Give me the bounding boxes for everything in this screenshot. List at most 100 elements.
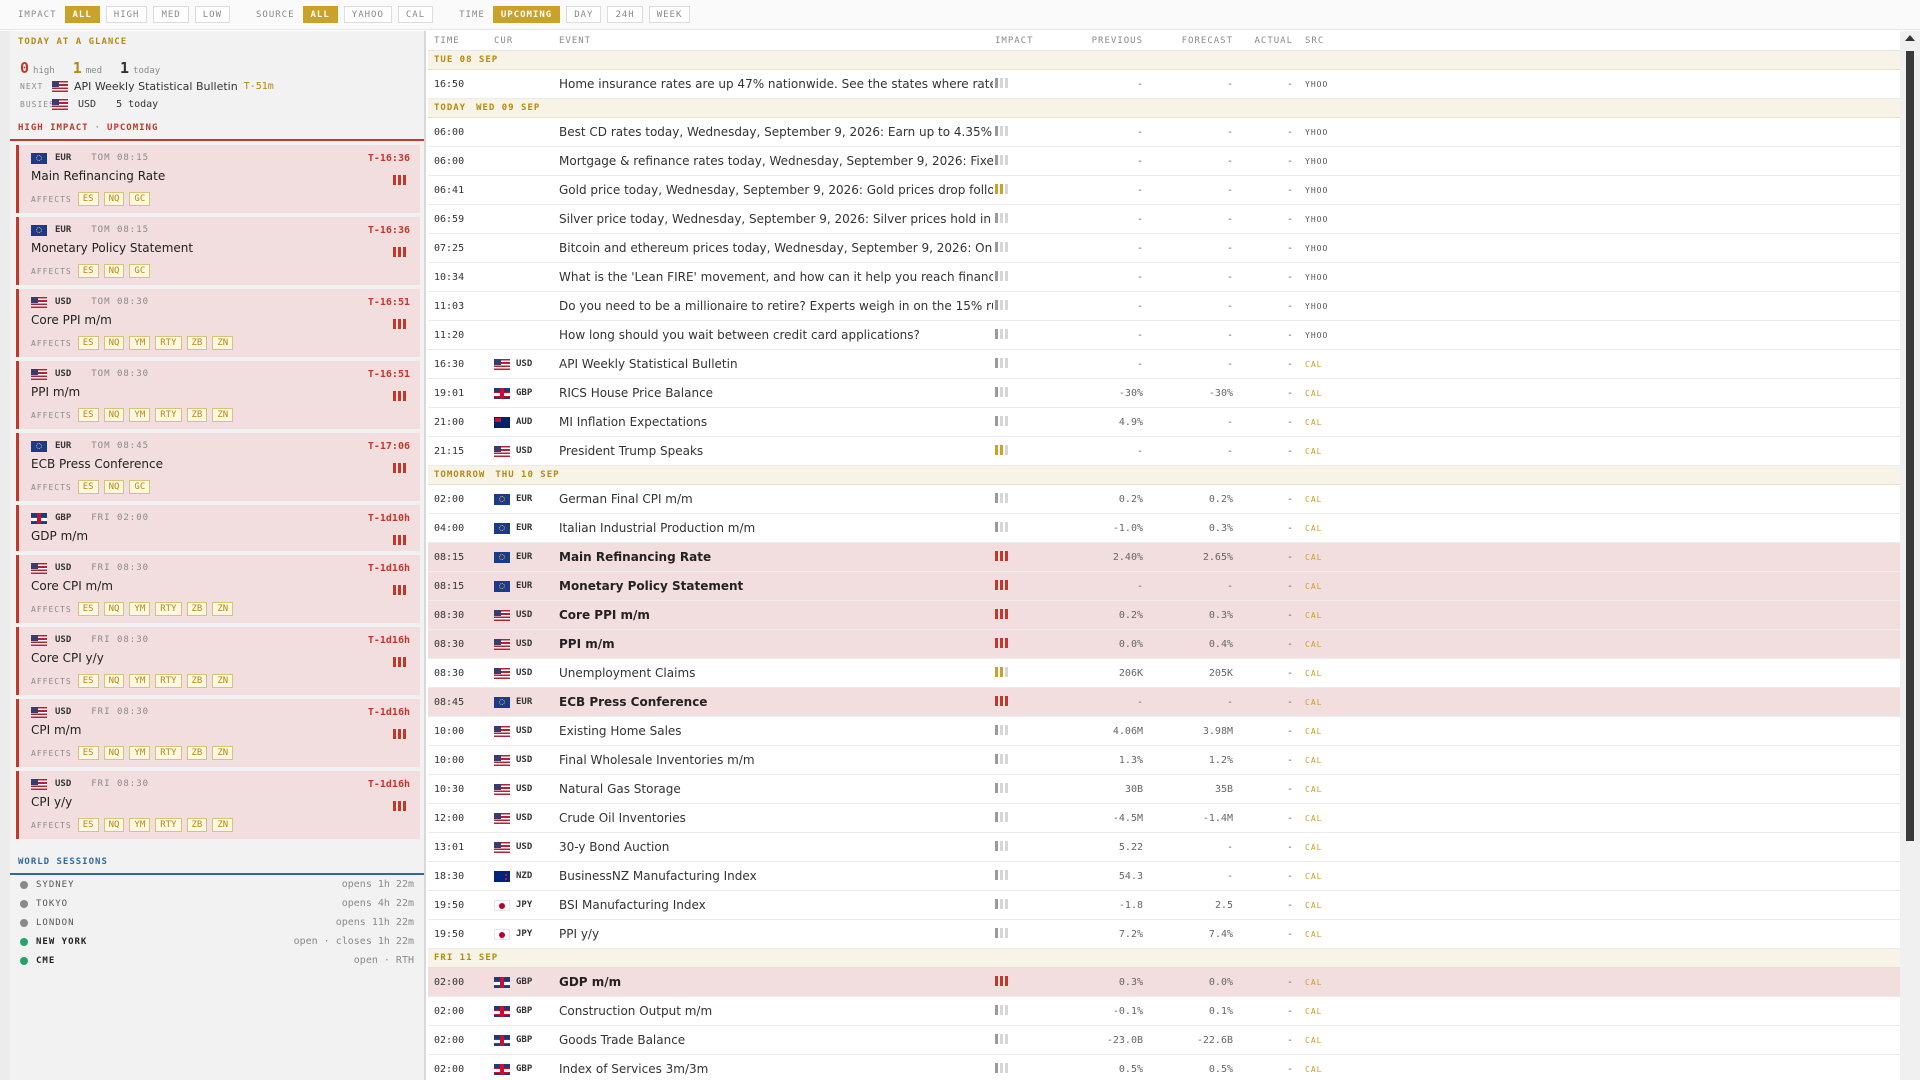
table-row[interactable]: 10:00 USD Final Wholesale Inventories m/m 1… bbox=[428, 746, 1900, 775]
affects-tag[interactable]: ES bbox=[77, 674, 99, 688]
affects-tag[interactable]: ZB bbox=[186, 602, 208, 616]
affects-tag[interactable]: ZN bbox=[212, 818, 234, 832]
source-yahoo-button[interactable]: YAHOO bbox=[343, 6, 392, 23]
high-impact-card[interactable]: USD FRI 08:30 T-1d16h Core CPI y/y AFFECTS ES… bbox=[16, 627, 420, 695]
table-row[interactable]: 08:30 USD PPI m/m 0.0% 0.4% - CAL bbox=[428, 630, 1900, 659]
table-row[interactable]: 04:00 EUR Italian Industrial Production m/… bbox=[428, 514, 1900, 543]
source-all-button[interactable]: ALL bbox=[302, 6, 338, 23]
affects-tag[interactable]: YM bbox=[129, 602, 151, 616]
table-row[interactable]: 08:30 USD Unemployment Claims 206K 205K - CAL bbox=[428, 659, 1900, 688]
col-actual-header[interactable]: ACTUAL bbox=[1233, 36, 1293, 46]
affects-tag[interactable]: GC bbox=[129, 192, 151, 206]
table-row[interactable]: 16:50 Home insurance rates are up 47% nat… bbox=[428, 70, 1900, 99]
affects-tag[interactable]: ZN bbox=[212, 602, 234, 616]
impact-high-button[interactable]: HIGH bbox=[105, 6, 148, 23]
affects-tag[interactable]: ZB bbox=[186, 818, 208, 832]
affects-tag[interactable]: ZB bbox=[186, 746, 208, 760]
affects-tag[interactable]: ES bbox=[77, 480, 99, 494]
scrollbar[interactable] bbox=[1900, 31, 1920, 1080]
affects-tag[interactable]: YM bbox=[129, 818, 151, 832]
table-row[interactable]: 06:00 Mortgage & refinance rates today, W… bbox=[428, 147, 1900, 176]
table-row[interactable]: 10:34 What is the 'Lean FIRE' movement, a… bbox=[428, 263, 1900, 292]
high-impact-card[interactable]: USD FRI 08:30 T-1d16h CPI y/y AFFECTS ES NQ YM R… bbox=[16, 771, 420, 839]
table-row[interactable]: 12:00 USD Crude Oil Inventories -4.5M -1.4M -… bbox=[428, 804, 1900, 833]
table-row[interactable]: 02:00 EUR German Final CPI m/m 0.2% 0.2% - CAL bbox=[428, 485, 1900, 514]
table-row[interactable]: 18:30 NZD BusinessNZ Manufacturing Index 54… bbox=[428, 862, 1900, 891]
affects-tag[interactable]: NQ bbox=[103, 674, 125, 688]
table-row[interactable]: 11:03 Do you need to be a millionaire to … bbox=[428, 292, 1900, 321]
time-upcoming-button[interactable]: UPCOMING bbox=[492, 6, 561, 23]
affects-tag[interactable]: ZB bbox=[186, 336, 208, 350]
affects-tag[interactable]: NQ bbox=[103, 264, 125, 278]
affects-tag[interactable]: ZB bbox=[186, 408, 208, 422]
affects-tag[interactable]: NQ bbox=[103, 746, 125, 760]
affects-tag[interactable]: ZN bbox=[212, 408, 234, 422]
table-row[interactable]: 02:00 GBP Goods Trade Balance -23.0B -22.6B -… bbox=[428, 1026, 1900, 1055]
table-row[interactable]: 13:01 USD 30-y Bond Auction 5.22 - - CAL bbox=[428, 833, 1900, 862]
affects-tag[interactable]: NQ bbox=[103, 818, 125, 832]
table-row[interactable]: 08:30 USD Core PPI m/m 0.2% 0.3% - CAL bbox=[428, 601, 1900, 630]
affects-tag[interactable]: RTY bbox=[155, 602, 182, 616]
table-row[interactable]: 02:00 GBP GDP m/m 0.3% 0.0% - CAL bbox=[428, 968, 1900, 997]
high-impact-card[interactable]: USD TOM 08:30 T-16:51 PPI m/m AFFECTS ES NQ YM R… bbox=[16, 361, 420, 429]
table-row[interactable]: 21:15 USD President Trump Speaks - - - CAL bbox=[428, 437, 1900, 466]
table-row[interactable]: 02:00 GBP Construction Output m/m -0.1% 0.1%… bbox=[428, 997, 1900, 1026]
affects-tag[interactable]: YM bbox=[129, 746, 151, 760]
table-row[interactable]: 19:50 JPY BSI Manufacturing Index -1.8 2.5 - C… bbox=[428, 891, 1900, 920]
affects-tag[interactable]: YM bbox=[129, 336, 151, 350]
affects-tag[interactable]: RTY bbox=[155, 674, 182, 688]
affects-tag[interactable]: RTY bbox=[155, 336, 182, 350]
impact-med-button[interactable]: MED bbox=[153, 6, 189, 23]
affects-tag[interactable]: ZN bbox=[212, 674, 234, 688]
table-row[interactable]: 08:15 EUR Monetary Policy Statement - - - CAL bbox=[428, 572, 1900, 601]
table-row[interactable]: 21:00 AUD MI Inflation Expectations 4.9% - - C… bbox=[428, 408, 1900, 437]
affects-tag[interactable]: NQ bbox=[103, 480, 125, 494]
scroll-thumb[interactable] bbox=[1906, 51, 1914, 841]
table-row[interactable]: 16:30 USD API Weekly Statistical Bulletin -… bbox=[428, 350, 1900, 379]
col-src-header[interactable]: SRC bbox=[1293, 36, 1353, 46]
col-time-header[interactable]: TIME bbox=[428, 36, 494, 46]
affects-tag[interactable]: ES bbox=[77, 602, 99, 616]
affects-tag[interactable]: RTY bbox=[155, 408, 182, 422]
affects-tag[interactable]: ES bbox=[77, 818, 99, 832]
col-impact-header[interactable]: IMPACT bbox=[993, 36, 1033, 46]
table-row[interactable]: 02:00 GBP Index of Services 3m/3m 0.5% 0.5% -… bbox=[428, 1055, 1900, 1080]
affects-tag[interactable]: ES bbox=[77, 408, 99, 422]
affects-tag[interactable]: RTY bbox=[155, 818, 182, 832]
panel-divider[interactable] bbox=[424, 31, 426, 1080]
affects-tag[interactable]: YM bbox=[129, 674, 151, 688]
high-impact-card[interactable]: USD TOM 08:30 T-16:51 Core PPI m/m AFFECTS ES… bbox=[16, 289, 420, 357]
time-day-button[interactable]: DAY bbox=[566, 6, 602, 23]
high-impact-card[interactable]: USD FRI 08:30 T-1d16h CPI m/m AFFECTS ES NQ YM R… bbox=[16, 699, 420, 767]
high-impact-card[interactable]: EUR TOM 08:15 T-16:36 Main Refinancing Rate… bbox=[16, 145, 420, 213]
affects-tag[interactable]: NQ bbox=[103, 192, 125, 206]
table-row[interactable]: 08:15 EUR Main Refinancing Rate 2.40% 2.65% -… bbox=[428, 543, 1900, 572]
table-row[interactable]: 19:01 GBP RICS House Price Balance -30% -30%… bbox=[428, 379, 1900, 408]
affects-tag[interactable]: ZN bbox=[212, 336, 234, 350]
affects-tag[interactable]: NQ bbox=[103, 602, 125, 616]
affects-tag[interactable]: ES bbox=[77, 746, 99, 760]
time-24h-button[interactable]: 24H bbox=[607, 6, 643, 23]
table-row[interactable]: 11:20 How long should you wait between cr… bbox=[428, 321, 1900, 350]
affects-tag[interactable]: GC bbox=[129, 480, 151, 494]
table-row[interactable]: 10:30 USD Natural Gas Storage 30B 35B - CAL bbox=[428, 775, 1900, 804]
table-row[interactable]: 19:50 JPY PPI y/y 7.2% 7.4% - CAL bbox=[428, 920, 1900, 949]
affects-tag[interactable]: NQ bbox=[103, 336, 125, 350]
affects-tag[interactable]: YM bbox=[129, 408, 151, 422]
high-impact-card[interactable]: EUR TOM 08:45 T-17:06 ECB Press Conference A… bbox=[16, 433, 420, 501]
table-row[interactable]: 07:25 Bitcoin and ethereum prices today, … bbox=[428, 234, 1900, 263]
affects-tag[interactable]: GC bbox=[129, 264, 151, 278]
affects-tag[interactable]: RTY bbox=[155, 746, 182, 760]
table-row[interactable]: 06:59 Silver price today, Wednesday, Sept… bbox=[428, 205, 1900, 234]
source-cal-button[interactable]: CAL bbox=[397, 6, 434, 23]
col-event-header[interactable]: EVENT bbox=[559, 36, 993, 46]
scroll-up-icon[interactable] bbox=[1905, 35, 1915, 41]
high-impact-card[interactable]: GBP FRI 02:00 T-1d10h GDP m/m bbox=[16, 505, 420, 551]
affects-tag[interactable]: NQ bbox=[103, 408, 125, 422]
impact-low-button[interactable]: LOW bbox=[194, 6, 230, 23]
impact-all-button[interactable]: ALL bbox=[64, 6, 100, 23]
table-row[interactable]: 06:00 Best CD rates today, Wednesday, Sep… bbox=[428, 118, 1900, 147]
col-cur-header[interactable]: CUR bbox=[494, 36, 559, 46]
high-impact-card[interactable]: EUR TOM 08:15 T-16:36 Monetary Policy State… bbox=[16, 217, 420, 285]
time-week-button[interactable]: WEEK bbox=[648, 6, 691, 23]
